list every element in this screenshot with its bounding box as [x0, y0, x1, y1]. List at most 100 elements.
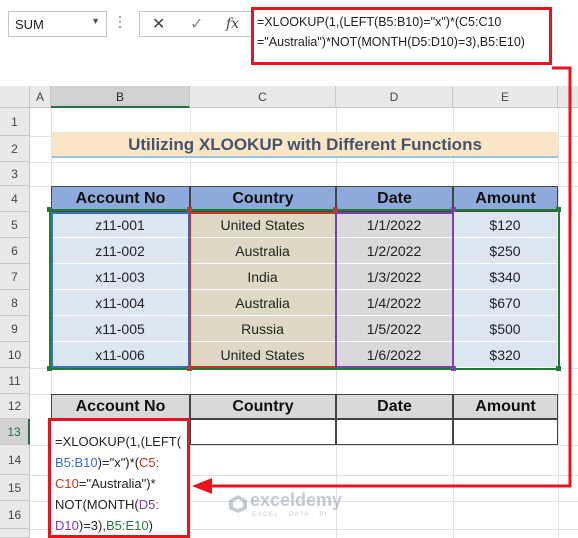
- row-header-4[interactable]: 4: [0, 186, 30, 212]
- formula-text: )=3),: [78, 518, 106, 533]
- output-header-amount[interactable]: Amount: [453, 394, 558, 419]
- row-header-1[interactable]: 1: [0, 108, 30, 136]
- table-cell[interactable]: $500: [453, 316, 558, 342]
- watermark-brand: exceldemy: [250, 490, 343, 510]
- row-header-17[interactable]: [0, 529, 30, 538]
- resize-handle[interactable]: [556, 366, 561, 371]
- table-cell[interactable]: 1/3/2022: [336, 264, 453, 290]
- select-all-corner[interactable]: [0, 86, 30, 108]
- resize-handle[interactable]: [47, 366, 52, 371]
- row-header-10[interactable]: 10: [0, 342, 30, 368]
- table-cell[interactable]: $320: [453, 342, 558, 368]
- table-cell[interactable]: Australia: [190, 238, 336, 264]
- resize-handle[interactable]: [47, 207, 52, 212]
- formula-input[interactable]: =XLOOKUP(1,(LEFT(B5:B10)="x")*(C5:C10 ="…: [251, 7, 552, 65]
- output-cell-amount[interactable]: [453, 419, 558, 445]
- fx-icon[interactable]: fx: [226, 16, 239, 32]
- row-header-6[interactable]: 6: [0, 238, 30, 264]
- table-cell[interactable]: 1/4/2022: [336, 290, 453, 316]
- table-cell[interactable]: $340: [453, 264, 558, 290]
- output-cell-country[interactable]: [190, 419, 336, 445]
- resize-handle[interactable]: [556, 207, 561, 212]
- table-cell[interactable]: United States: [190, 342, 336, 368]
- table-cell[interactable]: 1/1/2022: [336, 212, 453, 238]
- formula-text: =XLOOKUP(1,(LEFT(: [55, 434, 182, 449]
- enter-icon[interactable]: ✓: [190, 14, 203, 34]
- resize-handle[interactable]: [451, 366, 456, 371]
- sheet-title[interactable]: Utilizing XLOOKUP with Different Functio…: [52, 132, 558, 158]
- name-box[interactable]: SUM ▼: [8, 11, 107, 37]
- gridline: [558, 108, 559, 538]
- arrow-head-icon: [192, 478, 212, 494]
- row-header-9[interactable]: 9: [0, 316, 30, 342]
- table-cell[interactable]: $120: [453, 212, 558, 238]
- column-header-c[interactable]: C: [190, 86, 336, 108]
- table-header-amount[interactable]: Amount: [453, 186, 558, 212]
- formula-text: ): [148, 518, 153, 533]
- table-header-date[interactable]: Date: [336, 186, 453, 212]
- chevron-down-icon[interactable]: ▼: [91, 16, 100, 26]
- table-cell[interactable]: United States: [190, 212, 336, 238]
- cell-editor-b13[interactable]: =XLOOKUP(1,(LEFT( B5:B10)="x")*(C5: C10=…: [48, 418, 190, 538]
- table-cell[interactable]: Russia: [190, 316, 336, 342]
- resize-handle[interactable]: [187, 366, 192, 371]
- formula-ref-c: C5:: [139, 455, 160, 470]
- resize-handle[interactable]: [451, 207, 456, 212]
- formula-buttons: ✕ ✓ fx: [139, 11, 257, 37]
- gridline: [30, 368, 578, 369]
- row-header-5[interactable]: 5: [0, 212, 30, 238]
- table-cell[interactable]: Australia: [190, 290, 336, 316]
- exceldemy-logo-icon: [229, 495, 247, 513]
- table-cell[interactable]: x11-004: [51, 290, 190, 316]
- formula-ref-c: C10: [55, 476, 79, 491]
- table-cell[interactable]: $670: [453, 290, 558, 316]
- resize-handle[interactable]: [333, 207, 338, 212]
- row-header-16[interactable]: 16: [0, 501, 30, 529]
- formula-text: NOT(MONTH(: [55, 497, 139, 512]
- formula-ref-d: D10: [55, 518, 79, 533]
- row-header-2[interactable]: 2: [0, 136, 30, 162]
- output-header-account[interactable]: Account No: [51, 394, 190, 419]
- watermark: exceldemy EXCEL · DATA · BI: [228, 490, 378, 526]
- row-header-15[interactable]: 15: [0, 475, 30, 501]
- row-header-14[interactable]: 14: [0, 445, 30, 475]
- row-header-11[interactable]: 11: [0, 368, 30, 394]
- row-header-13[interactable]: 13: [0, 419, 30, 445]
- gridline: [30, 162, 578, 163]
- table-cell[interactable]: z11-002: [51, 238, 190, 264]
- output-header-date[interactable]: Date: [336, 394, 453, 419]
- table-cell[interactable]: India: [190, 264, 336, 290]
- formula-ref-e: B5:E10: [105, 518, 149, 533]
- output-header-country[interactable]: Country: [190, 394, 336, 419]
- row-header-8[interactable]: 8: [0, 290, 30, 316]
- watermark-tagline: EXCEL · DATA · BI: [252, 512, 329, 518]
- table-cell[interactable]: x11-006: [51, 342, 190, 368]
- table-cell[interactable]: 1/2/2022: [336, 238, 453, 264]
- table-cell[interactable]: 1/5/2022: [336, 316, 453, 342]
- table-cell[interactable]: x11-003: [51, 264, 190, 290]
- output-cell-date[interactable]: [336, 419, 453, 445]
- column-header-a[interactable]: A: [30, 86, 51, 108]
- table-header-account[interactable]: Account No: [51, 186, 190, 212]
- column-header-d[interactable]: D: [336, 86, 453, 108]
- column-header-b[interactable]: B: [51, 86, 190, 108]
- formula-bar: SUM ▼ ✕ ✓ fx =XLOOKUP(1,(LEFT(B5:B10)="x…: [0, 0, 578, 86]
- table-cell[interactable]: x11-005: [51, 316, 190, 342]
- name-box-value: SUM: [15, 17, 44, 32]
- formula-text: ="Australia")*: [78, 476, 156, 491]
- formula-text: )="x")*(: [97, 455, 140, 470]
- table-cell[interactable]: z11-001: [51, 212, 190, 238]
- cancel-icon[interactable]: ✕: [152, 14, 165, 34]
- column-header-e[interactable]: E: [453, 86, 558, 108]
- resize-handle[interactable]: [187, 207, 192, 212]
- row-header-3[interactable]: 3: [0, 162, 30, 186]
- table-cell[interactable]: 1/6/2022: [336, 342, 453, 368]
- formula-ref-d: D5:: [138, 497, 159, 512]
- row-header-12[interactable]: 12: [0, 394, 30, 419]
- drag-handle-icon[interactable]: [119, 16, 122, 32]
- column-header-f[interactable]: [558, 86, 578, 108]
- table-cell[interactable]: $250: [453, 238, 558, 264]
- table-header-country[interactable]: Country: [190, 186, 336, 212]
- formula-ref-b: B5:B10: [55, 455, 98, 470]
- row-header-7[interactable]: 7: [0, 264, 30, 290]
